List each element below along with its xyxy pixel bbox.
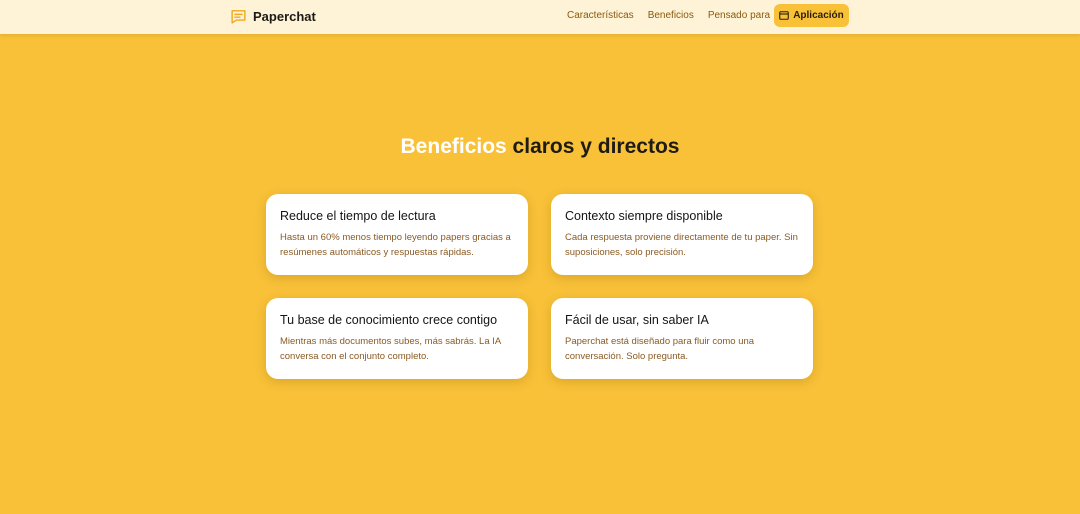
brand-name: Paperchat: [253, 8, 316, 24]
app-button-label: Aplicación: [793, 10, 844, 21]
nav-link-beneficios[interactable]: Beneficios: [648, 10, 694, 22]
card-text: Paperchat está diseñado para fluir como …: [565, 336, 755, 362]
section-title-accent: Beneficios: [400, 135, 507, 158]
nav-links: Características Beneficios Pensado para: [567, 10, 770, 22]
benefit-card-reading-time: Reduce el tiempo de lectura Hasta un 60%…: [266, 194, 528, 275]
benefit-card-easy-to-use: Fácil de usar, sin saber IA Paperchat es…: [551, 298, 813, 379]
section-title-rest: claros y directos: [506, 135, 680, 158]
card-title: Tu base de conocimiento crece contigo: [280, 313, 498, 327]
card-title: Reduce el tiempo de lectura: [280, 209, 436, 223]
card-title: Contexto siempre disponible: [565, 209, 723, 223]
benefit-card-context: Contexto siempre disponible Cada respues…: [551, 194, 813, 275]
card-title: Fácil de usar, sin saber IA: [565, 313, 709, 327]
chat-bubble-icon: [231, 9, 246, 24]
card-text: Mientras más documentos subes, más sabrá…: [280, 336, 501, 362]
nav-link-caracteristicas[interactable]: Características: [567, 10, 634, 22]
section-title: Beneficios claros y directos: [0, 134, 1080, 160]
card-text: Hasta un 60% menos tiempo leyendo papers…: [280, 232, 511, 258]
window-icon: [779, 11, 790, 20]
navbar: Paperchat Características Beneficios Pen…: [0, 0, 1080, 34]
benefit-card-knowledge-base: Tu base de conocimiento crece contigo Mi…: [266, 298, 528, 379]
brand-logo[interactable]: Paperchat: [230, 6, 316, 26]
nav-link-pensado-para[interactable]: Pensado para: [708, 10, 770, 22]
card-text: Cada respuesta proviene directamente de …: [565, 232, 798, 258]
app-button[interactable]: Aplicación: [774, 4, 849, 27]
